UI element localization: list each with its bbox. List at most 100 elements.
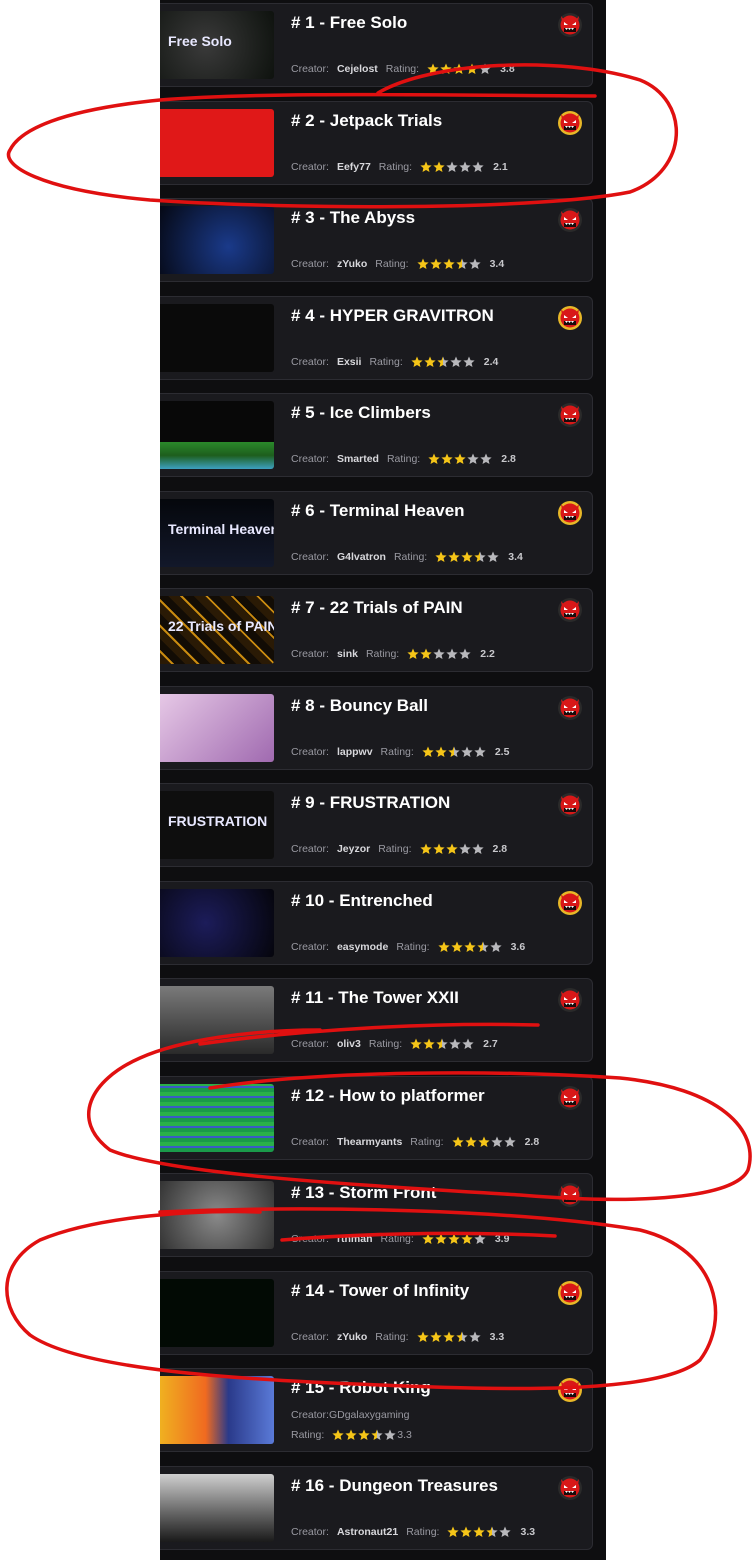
red-demon-icon (558, 403, 582, 427)
tower-xxii-thumbnail[interactable] (160, 986, 274, 1054)
star-full-icon (424, 356, 436, 367)
level-card[interactable]: Free Solo # 1 - Free Solo Creator: Cejelost… (160, 3, 593, 87)
level-meta: Creator: Smarted Rating: 2.8 (291, 453, 516, 465)
level-card[interactable]: # 15 - Robot King Creator: GDgalaxygaming R… (160, 1368, 593, 1452)
hyper-gravitron-thumbnail[interactable] (160, 303, 274, 372)
level-card[interactable]: # 13 - Storm Front Creator: rtnman Rating: 3… (160, 1173, 593, 1257)
star-half-icon (448, 746, 460, 757)
creator-name[interactable]: Jeyzor (337, 843, 370, 855)
star-full-icon (345, 1429, 357, 1440)
creator-name[interactable]: Thearmyants (337, 1136, 402, 1148)
level-card[interactable]: # 12 - How to platformer Creator: Thearmya… (160, 1075, 593, 1160)
frustration-thumbnail[interactable]: FRUSTRATION (160, 791, 274, 859)
star-full-icon (435, 1233, 447, 1244)
level-card[interactable]: FRUSTRATION # 9 - FRUSTRATION Creator: Jeyz… (160, 783, 593, 867)
rating-stars (416, 1331, 482, 1343)
rating-value: 2.8 (501, 453, 516, 465)
free-solo-thumbnail[interactable]: Free Solo (160, 11, 274, 79)
entrenched-thumbnail[interactable] (160, 888, 274, 957)
creator-name[interactable]: G4lvatron (337, 551, 386, 563)
rating-stars (447, 1526, 512, 1538)
gold-demon-icon (558, 500, 582, 525)
level-card[interactable]: # 3 - The Abyss Creator: zYuko Rating: 3.4 (160, 198, 593, 282)
level-title[interactable]: # 6 - Terminal Heaven (291, 501, 465, 521)
storm-front-thumbnail[interactable] (160, 1181, 274, 1249)
level-card[interactable]: # 14 - Tower of Infinity Creator: zYuko Rat… (160, 1270, 593, 1355)
level-card[interactable]: # 4 - HYPER GRAVITRON Creator: Exsii Rating… (160, 295, 593, 380)
level-title[interactable]: # 5 - Ice Climbers (291, 403, 431, 423)
level-title[interactable]: # 3 - The Abyss (291, 208, 415, 228)
level-title[interactable]: # 1 - Free Solo (291, 13, 407, 33)
rating-value: 2.8 (524, 1135, 540, 1148)
creator-name[interactable]: sink (337, 648, 358, 660)
star-empty-icon (446, 161, 458, 172)
level-meta: Creator: Thearmyants Rating: 2.8 (291, 1136, 539, 1148)
level-title[interactable]: # 4 - HYPER GRAVITRON (291, 306, 494, 326)
creator-name[interactable]: rtnman (337, 1233, 373, 1245)
rating-stars (407, 648, 472, 660)
tower-of-infinity-thumbnail[interactable] (160, 1278, 274, 1347)
level-title[interactable]: # 13 - Storm Front (291, 1183, 436, 1203)
level-card[interactable]: # 8 - Bouncy Ball Creator: lappwv Rating: 2.… (160, 685, 593, 770)
jetpack-trials-thumbnail[interactable] (160, 108, 274, 177)
creator-name[interactable]: Astronaut21 (337, 1526, 398, 1538)
star-empty-icon (450, 356, 462, 367)
level-card[interactable]: # 10 - Entrenched Creator: easymode Rating:… (160, 880, 593, 965)
creator-name[interactable]: oliv3 (337, 1038, 361, 1050)
creator-name[interactable]: Eefy77 (337, 161, 371, 173)
star-full-icon (411, 356, 423, 367)
rating-label: Rating: (369, 355, 403, 368)
level-title[interactable]: # 10 - Entrenched (291, 891, 433, 911)
level-meta: Creator: zYuko Rating: 3.3 (291, 1331, 504, 1343)
ice-climbers-thumbnail[interactable] (160, 401, 274, 469)
bouncy-ball-thumbnail[interactable] (160, 693, 274, 762)
star-empty-icon (459, 161, 471, 172)
star-empty-icon (384, 1429, 396, 1440)
robot-king-thumbnail[interactable] (160, 1376, 274, 1444)
level-card[interactable]: Terminal Heaven # 6 - Terminal Heaven Crea… (160, 490, 593, 575)
the-abyss-thumbnail[interactable] (160, 206, 274, 274)
rating-label: Rating: (406, 1525, 440, 1538)
level-title[interactable]: # 12 - How to platformer (291, 1086, 485, 1106)
level-card[interactable]: # 2 - Jetpack Trials Creator: Eefy77 Rating… (160, 100, 593, 185)
creator-name[interactable]: Exsii (337, 356, 362, 368)
level-card[interactable]: 22 Trials of PAIN # 7 - 22 Trials of PAIN… (160, 588, 593, 672)
22-trials-thumbnail[interactable]: 22 Trials of PAIN (160, 596, 274, 664)
level-meta: Creator: Eefy77 Rating: 2.1 (291, 161, 508, 173)
level-title[interactable]: # 7 - 22 Trials of PAIN (291, 598, 463, 618)
star-empty-icon (461, 746, 473, 757)
level-title[interactable]: # 14 - Tower of Infinity (291, 1281, 469, 1301)
red-demon-icon (558, 1475, 582, 1500)
creator-name[interactable]: zYuko (337, 1331, 367, 1343)
star-half-icon (455, 258, 468, 269)
creator-name[interactable]: zYuko (337, 258, 367, 270)
level-title[interactable]: # 16 - Dungeon Treasures (291, 1476, 498, 1496)
level-title[interactable]: # 11 - The Tower XXII (291, 988, 459, 1008)
level-title[interactable]: # 8 - Bouncy Ball (291, 696, 428, 716)
red-demon-icon (558, 793, 582, 817)
creator-name[interactable]: easymode (337, 941, 388, 953)
creator-name[interactable]: lappwv (337, 746, 373, 758)
star-empty-icon (503, 1136, 516, 1147)
dungeon-treasures-thumbnail[interactable] (160, 1473, 274, 1542)
star-full-icon (437, 941, 450, 952)
creator-name[interactable]: Smarted (337, 453, 379, 465)
star-full-icon (410, 1038, 422, 1049)
level-card[interactable]: # 11 - The Tower XXII Creator: oliv3 Rating… (160, 978, 593, 1062)
how-to-platformer-thumbnail[interactable] (160, 1083, 274, 1152)
creator-name[interactable]: GDgalaxygaming (329, 1409, 410, 1421)
level-title[interactable]: # 9 - FRUSTRATION (291, 793, 450, 813)
level-title[interactable]: # 15 - Robot King (291, 1378, 431, 1398)
level-card[interactable]: # 16 - Dungeon Treasures Creator: Astronau… (160, 1465, 593, 1550)
level-card[interactable]: # 5 - Ice Climbers Creator: Smarted Rating:… (160, 393, 593, 477)
star-full-icon (332, 1429, 344, 1440)
terminal-heaven-thumbnail[interactable]: Terminal Heaven (160, 498, 274, 567)
rating-stars (420, 161, 485, 173)
gold-demon-icon (558, 1280, 582, 1305)
star-empty-icon (480, 453, 492, 464)
creator-name[interactable]: Cejelost (337, 63, 378, 75)
rating-stars (419, 843, 485, 855)
rating-label: Rating: (385, 63, 420, 75)
rating-label: Rating: (375, 258, 409, 270)
level-title[interactable]: # 2 - Jetpack Trials (291, 111, 442, 131)
